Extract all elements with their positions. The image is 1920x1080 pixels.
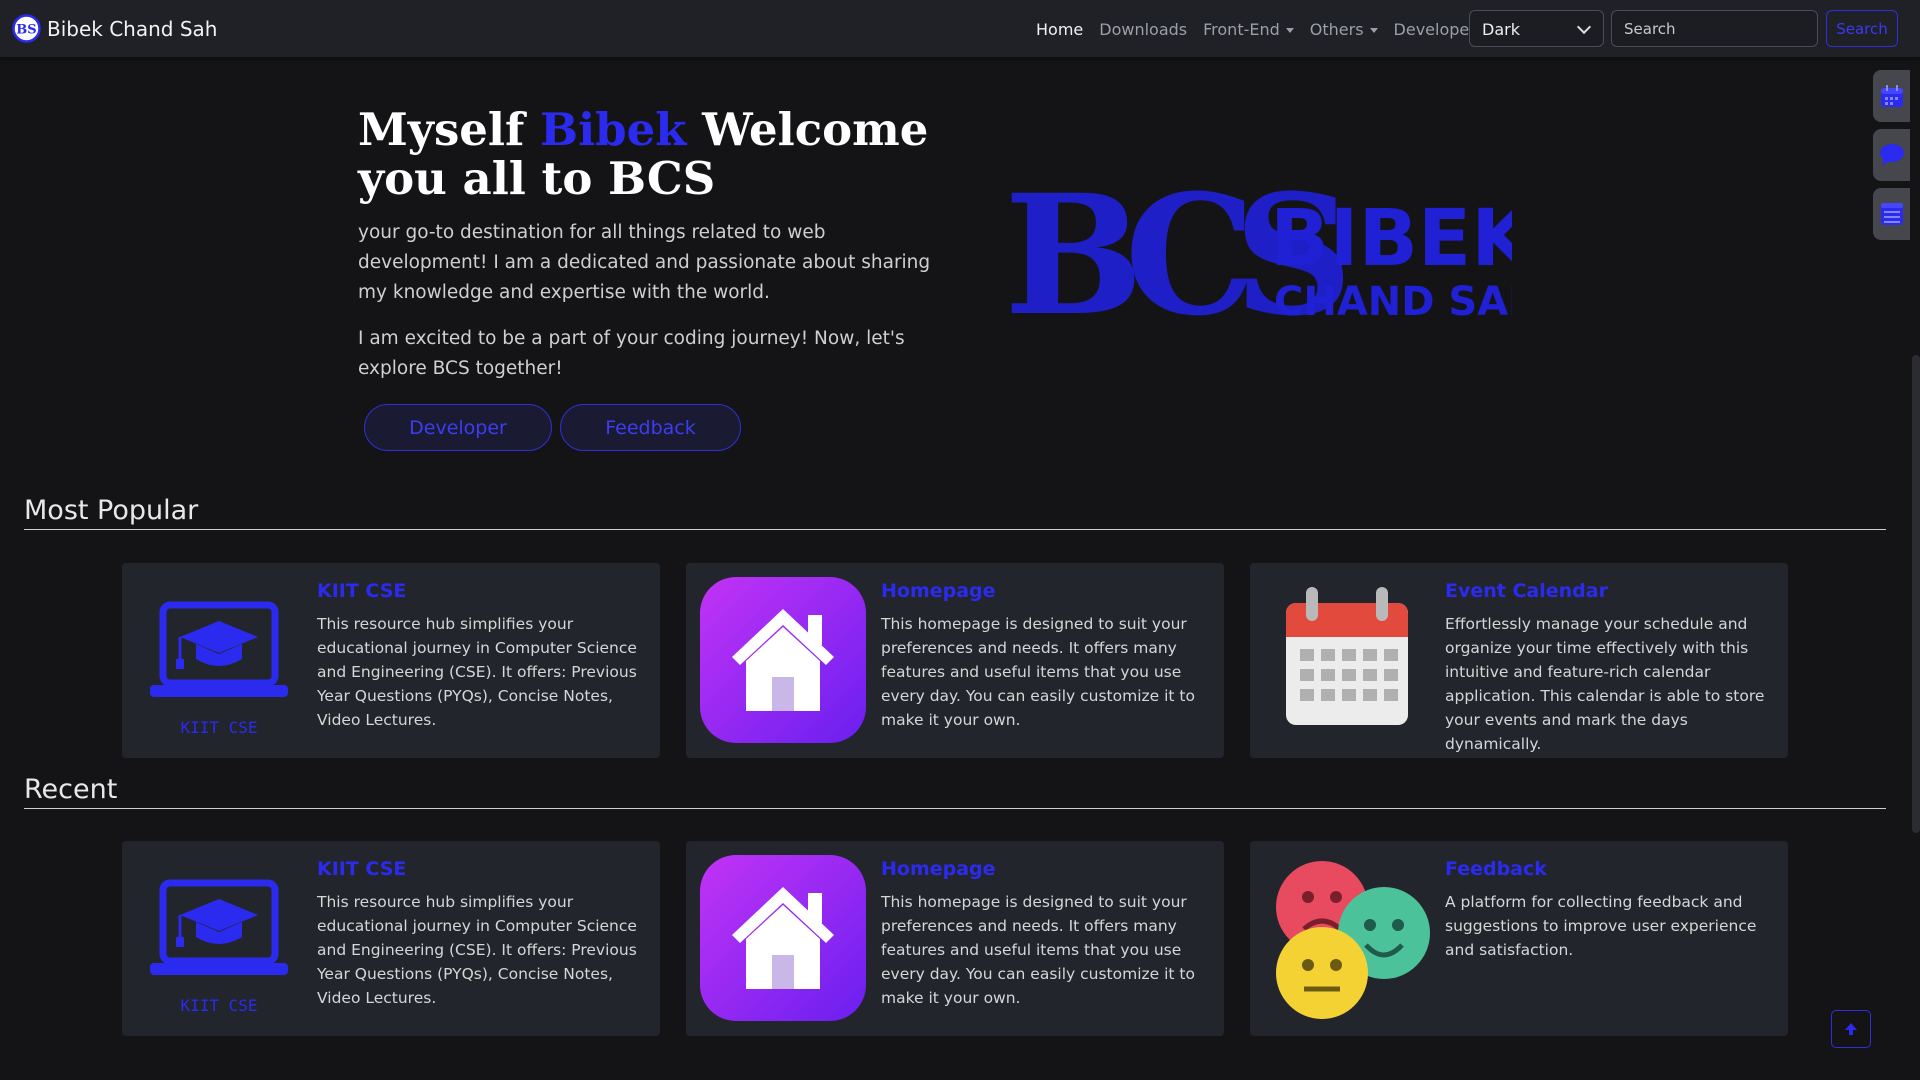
- nav-front-end-dropdown[interactable]: Front-End: [1203, 20, 1294, 39]
- nav-downloads[interactable]: Downloads: [1099, 20, 1187, 39]
- card-kiit-cse[interactable]: KIIT CSE KIIT CSE This resource hub simp…: [122, 841, 660, 1036]
- side-list-button[interactable]: [1873, 188, 1910, 240]
- card-description: A platform for collecting feedback and s…: [1445, 893, 1757, 959]
- nav-front-end-label: Front-End: [1203, 20, 1280, 39]
- card-description: This homepage is designed to suit your p…: [881, 615, 1195, 729]
- card-title[interactable]: Homepage: [881, 858, 996, 880]
- card-title[interactable]: KIIT CSE: [317, 858, 406, 880]
- card-homepage[interactable]: Homepage This homepage is designed to su…: [686, 563, 1224, 758]
- theme-select-value: Dark: [1482, 20, 1520, 39]
- nav-others-dropdown[interactable]: Others: [1310, 20, 1378, 39]
- brand-name: Bibek Chand Sah: [47, 16, 218, 41]
- side-chat-button[interactable]: [1873, 129, 1910, 181]
- card-homepage[interactable]: Homepage This homepage is designed to su…: [686, 841, 1224, 1036]
- brand-logo-icon: BS: [12, 14, 41, 43]
- navbar: BS Bibek Chand Sah Home Downloads Front-…: [0, 0, 1920, 57]
- side-calendar-button[interactable]: [1873, 70, 1910, 122]
- caret-down-icon: [1369, 28, 1378, 33]
- section-title-recent: Recent: [24, 774, 118, 805]
- theme-select[interactable]: Dark: [1469, 10, 1604, 47]
- card-feedback[interactable]: Feedback A platform for collecting feedb…: [1250, 841, 1788, 1036]
- home-app-icon: [700, 855, 866, 1021]
- card-description: Effortlessly manage your schedule and or…: [1445, 615, 1765, 753]
- nav-developer[interactable]: Developer: [1394, 20, 1476, 39]
- brand[interactable]: BS Bibek Chand Sah: [12, 14, 217, 43]
- svg-text:BS: BS: [16, 23, 36, 38]
- card-title[interactable]: Event Calendar: [1445, 580, 1608, 602]
- home-app-icon: [700, 577, 866, 743]
- feedback-faces-icon: [1276, 861, 1430, 1019]
- laptop-graduation-cap-icon: KIIT CSE: [150, 601, 288, 737]
- arrow-up-icon: [1845, 1023, 1857, 1035]
- kiit-cse-image-label: KIIT CSE: [180, 996, 257, 1015]
- laptop-graduation-cap-icon: KIIT CSE: [150, 879, 288, 1015]
- search-button[interactable]: Search: [1826, 10, 1898, 47]
- card-description: This homepage is designed to suit your p…: [881, 893, 1195, 1007]
- chat-icon: [1879, 144, 1904, 166]
- hero-paragraph-intro: your go-to destination for all things re…: [358, 222, 931, 303]
- page-scrollbar[interactable]: [1912, 355, 1920, 833]
- hero-paragraph-journey: I am excited to be a part of your coding…: [358, 328, 905, 379]
- section-title-most-popular: Most Popular: [24, 495, 199, 526]
- nav-others-label: Others: [1309, 20, 1364, 39]
- hero-title-part1: Myself: [358, 103, 541, 156]
- calendar-icon: [1880, 85, 1903, 107]
- card-description: This resource hub simplifies your educat…: [317, 893, 637, 1007]
- logo-line2-text: CHAND SAH: [1274, 279, 1512, 325]
- card-kiit-cse[interactable]: KIIT CSE KIIT CSE This resource hub simp…: [122, 563, 660, 758]
- section-divider: [24, 808, 1886, 809]
- section-divider: [24, 529, 1886, 530]
- hero-title: Myself Bibek Welcome you all to BCS: [358, 105, 978, 203]
- back-to-top-button[interactable]: [1831, 1010, 1871, 1048]
- search-input[interactable]: [1611, 10, 1818, 47]
- chevron-down-icon: [1576, 19, 1592, 35]
- card-title[interactable]: Feedback: [1445, 858, 1547, 880]
- nav-home[interactable]: Home: [1036, 20, 1083, 39]
- feedback-button[interactable]: Feedback: [560, 404, 741, 451]
- logo-line1-text: BIBEK: [1270, 194, 1512, 284]
- list-icon: [1880, 203, 1903, 225]
- card-description: This resource hub simplifies your educat…: [317, 615, 637, 729]
- card-title[interactable]: Homepage: [881, 580, 996, 602]
- calendar-icon: [1286, 587, 1408, 725]
- developer-button[interactable]: Developer: [364, 404, 552, 451]
- kiit-cse-image-label: KIIT CSE: [180, 718, 257, 737]
- hero-title-accent: Bibek: [540, 103, 687, 156]
- card-title[interactable]: KIIT CSE: [317, 580, 406, 602]
- caret-down-icon: [1285, 28, 1294, 33]
- nav-links: Home Downloads Front-End Others Develope…: [1036, 20, 1476, 39]
- card-event-calendar[interactable]: Event Calendar Effortlessly manage your …: [1250, 563, 1788, 758]
- bcs-hero-logo: BCS BIBEK CHAND SAH: [1004, 175, 1512, 330]
